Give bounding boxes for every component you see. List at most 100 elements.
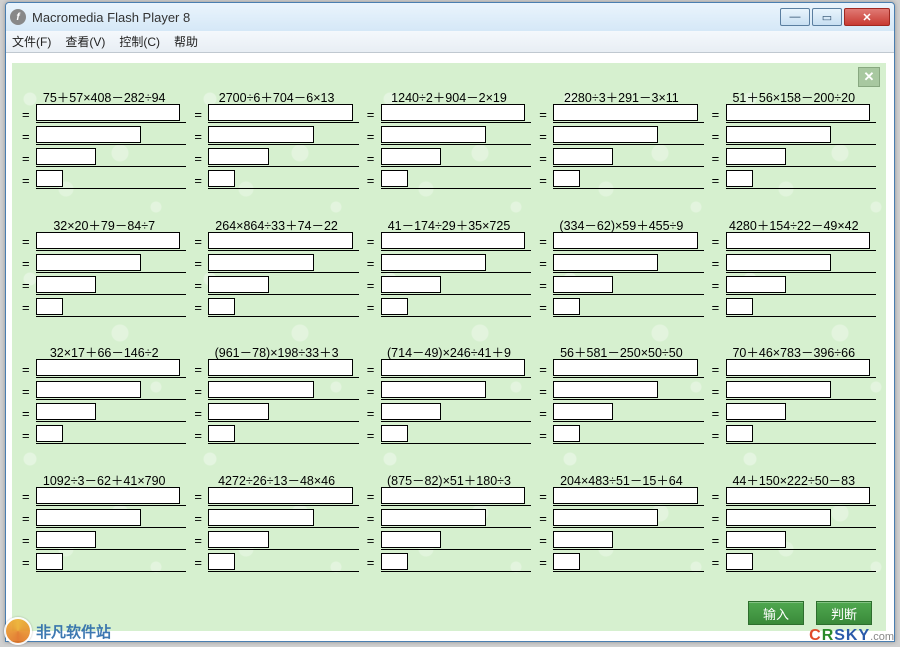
answer-input[interactable] [381, 425, 408, 442]
answer-input[interactable] [726, 359, 870, 376]
answer-input[interactable] [208, 509, 313, 526]
answer-input[interactable] [553, 425, 580, 442]
equals-sign: = [712, 234, 726, 249]
answer-input[interactable] [553, 170, 580, 187]
answer-input[interactable] [36, 509, 141, 526]
answer-input[interactable] [208, 298, 235, 315]
answer-input[interactable] [208, 148, 268, 165]
equals-sign: = [539, 362, 553, 377]
answer-line [553, 127, 703, 145]
judge-button[interactable]: 判断 [816, 601, 872, 625]
equals-sign: = [367, 129, 381, 144]
answer-input[interactable] [553, 126, 658, 143]
answer-input[interactable] [36, 276, 96, 293]
answer-input[interactable] [381, 381, 486, 398]
answer-input[interactable] [726, 104, 870, 121]
answer-input[interactable] [208, 425, 235, 442]
answer-input[interactable] [553, 553, 580, 570]
answer-input[interactable] [381, 531, 441, 548]
menu-help[interactable]: 帮助 [174, 33, 198, 50]
answer-input[interactable] [553, 403, 613, 420]
answer-input[interactable] [726, 298, 753, 315]
answer-input[interactable] [36, 487, 180, 504]
answer-input[interactable] [726, 487, 870, 504]
answer-input[interactable] [208, 403, 268, 420]
answer-input[interactable] [553, 531, 613, 548]
answer-input[interactable] [36, 531, 96, 548]
menu-view[interactable]: 查看(V) [65, 33, 105, 50]
enter-button[interactable]: 输入 [748, 601, 804, 625]
answer-input[interactable] [381, 254, 486, 271]
answer-input[interactable] [36, 104, 180, 121]
answer-input[interactable] [208, 254, 313, 271]
answer-input[interactable] [36, 148, 96, 165]
answer-input[interactable] [381, 509, 486, 526]
minimize-button[interactable]: — [780, 8, 810, 26]
answer-input[interactable] [726, 403, 786, 420]
watermark-sky: SKY [834, 627, 870, 644]
answer-input[interactable] [36, 298, 63, 315]
answer-input[interactable] [381, 104, 525, 121]
answer-input[interactable] [36, 381, 141, 398]
step-row: = [539, 508, 703, 530]
answer-input[interactable] [36, 170, 63, 187]
answer-input[interactable] [553, 104, 697, 121]
answer-input[interactable] [36, 126, 141, 143]
answer-input[interactable] [381, 232, 525, 249]
answer-input[interactable] [381, 298, 408, 315]
menu-file[interactable]: 文件(F) [12, 33, 51, 50]
answer-input[interactable] [36, 425, 63, 442]
answer-input[interactable] [381, 487, 525, 504]
answer-input[interactable] [208, 553, 235, 570]
answer-input[interactable] [381, 276, 441, 293]
answer-input[interactable] [553, 276, 613, 293]
answer-line [381, 488, 531, 506]
answer-input[interactable] [726, 276, 786, 293]
answer-input[interactable] [726, 381, 831, 398]
answer-input[interactable] [726, 553, 753, 570]
answer-input[interactable] [381, 359, 525, 376]
answer-input[interactable] [726, 170, 753, 187]
answer-input[interactable] [553, 509, 658, 526]
answer-line [208, 233, 358, 251]
answer-input[interactable] [36, 359, 180, 376]
answer-input[interactable] [208, 487, 352, 504]
close-button[interactable]: ✕ [844, 8, 890, 26]
answer-input[interactable] [381, 553, 408, 570]
answer-input[interactable] [726, 425, 753, 442]
answer-input[interactable] [208, 126, 313, 143]
answer-input[interactable] [208, 359, 352, 376]
answer-input[interactable] [726, 232, 870, 249]
answer-input[interactable] [553, 298, 580, 315]
answer-input[interactable] [36, 254, 141, 271]
answer-input[interactable] [553, 148, 613, 165]
answer-input[interactable] [726, 509, 831, 526]
answer-input[interactable] [208, 531, 268, 548]
answer-input[interactable] [553, 487, 697, 504]
answer-input[interactable] [36, 232, 180, 249]
step-row: = [194, 253, 358, 275]
answer-input[interactable] [381, 170, 408, 187]
answer-input[interactable] [208, 381, 313, 398]
answer-input[interactable] [726, 148, 786, 165]
answer-input[interactable] [381, 148, 441, 165]
answer-input[interactable] [208, 276, 268, 293]
maximize-button[interactable]: ▭ [812, 8, 842, 26]
answer-input[interactable] [208, 232, 352, 249]
answer-input[interactable] [553, 359, 697, 376]
answer-input[interactable] [208, 104, 352, 121]
answer-input[interactable] [36, 403, 96, 420]
answer-input[interactable] [553, 381, 658, 398]
answer-input[interactable] [553, 254, 658, 271]
flash-canvas: ✕ 75＋57×408－282÷94====2700÷6＋704－6×13===… [12, 63, 886, 631]
panel-close-button[interactable]: ✕ [858, 67, 880, 87]
answer-input[interactable] [381, 126, 486, 143]
answer-input[interactable] [726, 254, 831, 271]
answer-input[interactable] [553, 232, 697, 249]
answer-input[interactable] [726, 126, 831, 143]
answer-input[interactable] [726, 531, 786, 548]
answer-input[interactable] [36, 553, 63, 570]
answer-input[interactable] [381, 403, 441, 420]
answer-input[interactable] [208, 170, 235, 187]
menu-control[interactable]: 控制(C) [119, 33, 160, 50]
